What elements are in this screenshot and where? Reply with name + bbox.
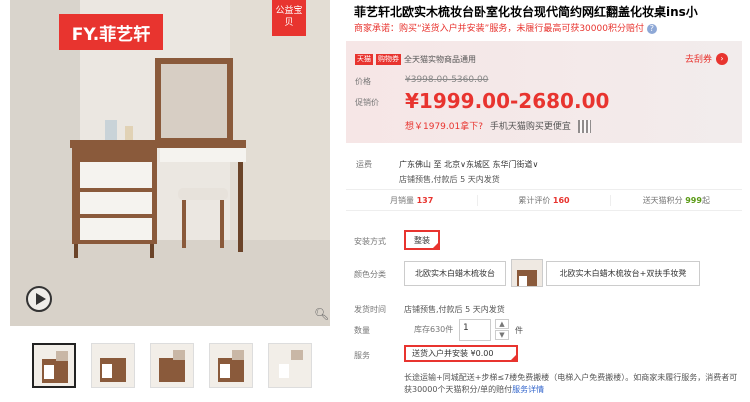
total-reviews-value: 160 (552, 195, 570, 205)
get-coupon-label: 去刮券 (684, 55, 712, 65)
merchant-promise: 商家承诺：购买“送货入户并安装”服务，未履行最高可获30000积分赔付 ? (354, 21, 657, 34)
service-details-link[interactable]: 服务详情 (512, 385, 544, 394)
color-label: 颜色分类 (354, 270, 386, 279)
charity-badge: 公益宝贝 (272, 0, 306, 36)
price-panel: 天猫 购物券 全天猫实物商品通用 去刮券 › 价格 ¥3998.00-5360.… (346, 41, 742, 143)
price-label: 价格 (355, 77, 371, 86)
tmall-points: 送天猫积分 999起 (611, 195, 742, 206)
send-time-label: 发货时间 (354, 305, 386, 314)
main-product-image[interactable]: FY.菲艺轩 公益宝贝 (10, 0, 330, 326)
install-option[interactable]: 整装 (404, 230, 440, 250)
sale-price-label: 促销价 (355, 98, 379, 107)
qr-code-icon[interactable] (577, 120, 591, 133)
thumbnail-strip (32, 343, 312, 388)
monthly-sales-value: 137 (416, 195, 434, 205)
product-title: 菲艺轩北欧实木梳妆台卧室化妆台现代简约网红翻盖化妆桌ins小 (354, 5, 698, 19)
quantity-increase-button[interactable]: ▲ (495, 319, 509, 329)
coupon-price-link[interactable]: 想￥1979.01拿下? (405, 122, 483, 132)
sales-stats: 月销量 137 累计评价 160 送天猫积分 999起 (346, 189, 742, 211)
tmall-points-value: 999 (685, 195, 702, 205)
shipping-label: 运费 (356, 160, 372, 169)
thumbnail-1[interactable] (32, 343, 76, 388)
total-reviews-label: 累计评价 (518, 195, 551, 205)
service-description: 长途运输+同城配送+步梯≤7楼免费搬楼（电梯入户免费搬楼）。如商家未履行服务，消… (404, 372, 744, 396)
send-time-value: 店铺预售,付款后 5 天内发货 (404, 305, 505, 314)
zoom-icon[interactable]: 🔍︎ (314, 307, 329, 321)
promo-row: 天猫 购物券 全天猫实物商品通用 (355, 54, 476, 65)
service-description-text: 长途运输+同城配送+步梯≤7楼免费搬楼（电梯入户免费搬楼）。如商家未履行服务，消… (404, 373, 738, 394)
get-coupon-link[interactable]: 去刮券 › (685, 52, 728, 65)
quantity-label: 数量 (354, 326, 370, 335)
shopping-coupon-tag: 购物券 (376, 54, 401, 65)
tmall-points-suffix: 起 (701, 195, 710, 205)
quantity-input[interactable]: 1 (459, 319, 491, 341)
thumbnail-2[interactable] (91, 343, 135, 388)
service-option[interactable]: 送货入户并安装 ¥0.00 (404, 345, 518, 362)
color-option-2[interactable]: 北欧实木白蜡木梳妆台+双扶手妆凳 (546, 261, 700, 286)
monthly-sales: 月销量 137 (346, 194, 479, 206)
quantity-unit: 件 (515, 326, 523, 335)
install-label: 安装方式 (354, 237, 386, 246)
promo-text: 全天猫实物商品通用 (404, 55, 476, 64)
shipping-note: 店铺预售,付款后 5 天内发货 (399, 175, 500, 184)
coupon-price-row: 想￥1979.01拿下? 手机天猫购买更便宜 (405, 119, 591, 133)
color-option-2-thumbnail[interactable] (511, 259, 543, 287)
service-label: 服务 (354, 351, 370, 360)
stock-count: 库存630件 (414, 325, 454, 334)
tmall-points-label: 送天猫积分 (642, 195, 683, 205)
merchant-promise-text: 商家承诺：购买“送货入户并安装”服务，未履行最高可获30000积分赔付 (354, 24, 644, 34)
quantity-decrease-button[interactable]: ▼ (495, 330, 509, 340)
original-price: ¥3998.00-5360.00 (405, 75, 489, 85)
play-video-button[interactable] (26, 286, 52, 312)
mobile-buy-text: 手机天猫购买更便宜 (489, 122, 571, 132)
shipping-route[interactable]: 广东佛山 至 北京∨东城区 东华门街道∨ (399, 159, 538, 170)
chevron-right-icon: › (716, 52, 728, 65)
thumbnail-4[interactable] (209, 343, 253, 388)
color-option-1[interactable]: 北欧实木白蜡木梳妆台 (404, 261, 506, 286)
thumbnail-5[interactable] (268, 343, 312, 388)
tmall-tag: 天猫 (355, 54, 373, 65)
monthly-sales-label: 月销量 (390, 195, 415, 205)
brand-logo: FY.菲艺轩 (59, 14, 163, 50)
help-icon[interactable]: ? (646, 24, 657, 34)
sale-price: ¥1999.00-2680.00 (405, 89, 610, 113)
thumbnail-3[interactable] (150, 343, 194, 388)
total-reviews[interactable]: 累计评价 160 (478, 194, 611, 206)
